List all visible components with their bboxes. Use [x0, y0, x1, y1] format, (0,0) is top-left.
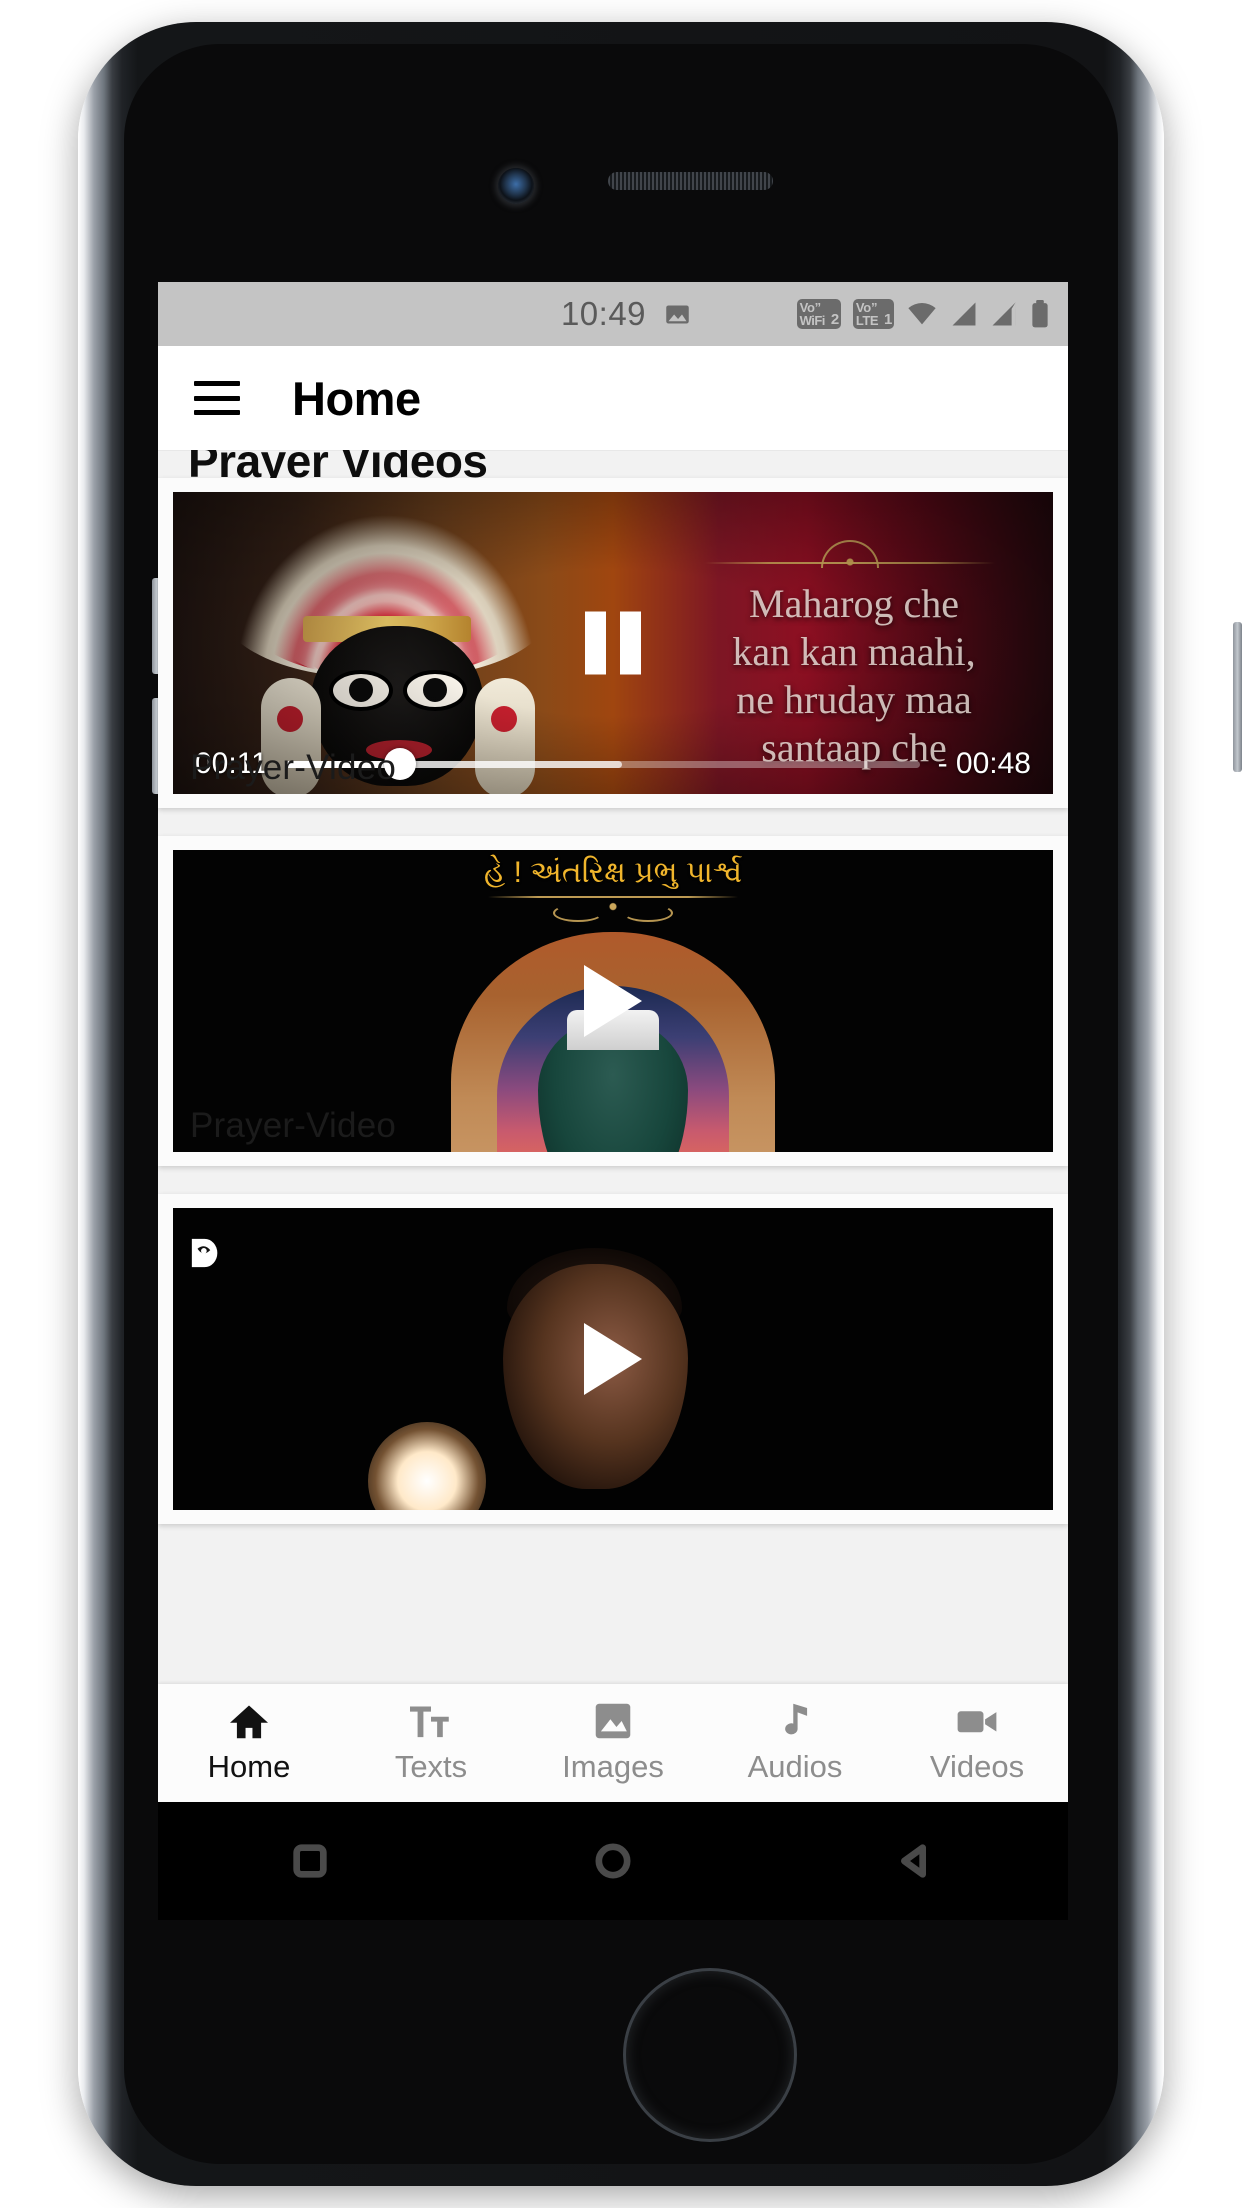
home-icon	[226, 1701, 272, 1741]
lamp-glow	[368, 1422, 486, 1510]
back-key[interactable]	[889, 1834, 943, 1888]
divider	[488, 896, 738, 898]
broken-image-icon	[189, 1238, 223, 1268]
android-status-bar: 10:49 Vo” WiFi 2 Vo” LTE 1	[158, 282, 1068, 346]
video-card[interactable]	[158, 1194, 1068, 1524]
status-bar-left-group: 10:49	[561, 295, 691, 333]
remaining-time: - 00:48	[937, 747, 1031, 780]
battery-icon	[1030, 300, 1050, 328]
pause-icon[interactable]	[585, 611, 641, 675]
nav-item-texts[interactable]: Texts	[340, 1701, 522, 1785]
video-card[interactable]: હે ! અંતરિક્ષ પ્રભુ પાર્શ્વ Prayer-Video	[158, 836, 1068, 1166]
nav-label-home: Home	[207, 1749, 291, 1784]
hamburger-menu-icon[interactable]	[194, 381, 240, 415]
wifi-icon	[906, 301, 938, 327]
app-bar: Home	[158, 346, 1068, 450]
nav-item-audios[interactable]: Audios	[704, 1701, 886, 1785]
volte-icon: Vo” LTE 1	[852, 299, 894, 329]
video-card[interactable]: Maharog che kan kan maahi, ne hruday maa sa…	[158, 478, 1068, 808]
front-camera-icon	[498, 168, 534, 204]
vowifi-icon: Vo” WiFi 2	[796, 299, 841, 329]
signal-sim1-icon	[950, 301, 978, 327]
music-note-icon	[772, 1701, 818, 1741]
play-icon[interactable]	[584, 1323, 642, 1395]
signal-sim2-icon	[990, 301, 1018, 327]
recents-key[interactable]	[283, 1834, 337, 1888]
phone-screen: 10:49 Vo” WiFi 2 Vo” LTE 1 Home Prayer V…	[158, 282, 1068, 1802]
text-format-icon	[408, 1701, 454, 1741]
image-icon	[590, 1701, 636, 1741]
video-title-overlay: હે ! અંતરિક્ષ પ્રભુ પાર્શ્વ	[483, 856, 743, 889]
nav-label-videos: Videos	[929, 1749, 1025, 1784]
status-clock: 10:49	[560, 295, 647, 332]
video-card-label: Prayer-Video	[190, 1106, 397, 1145]
power-button[interactable]	[1233, 622, 1242, 772]
status-bar-right-group: Vo” WiFi 2 Vo” LTE 1	[796, 282, 1050, 346]
bottom-navigation-bar: Home Texts Images Audios Videos	[158, 1684, 1068, 1802]
nav-label-texts: Texts	[394, 1749, 468, 1784]
nav-label-images: Images	[562, 1749, 664, 1784]
nav-item-images[interactable]: Images	[522, 1701, 704, 1785]
ornament-flourish	[553, 900, 673, 922]
play-icon[interactable]	[584, 965, 642, 1037]
idol-illustration	[538, 1010, 688, 1152]
android-navigation-bar	[158, 1802, 1068, 1920]
video-camera-icon	[954, 1701, 1000, 1741]
video-thumbnail[interactable]	[173, 1208, 1053, 1510]
video-list-scroll[interactable]: Prayer Videos Maharog che kan kan maahi,…	[158, 450, 1068, 1802]
home-key[interactable]	[586, 1834, 640, 1888]
video-card-label: Prayer-Video	[190, 748, 397, 787]
nav-label-audios: Audios	[747, 1749, 843, 1784]
physical-home-button[interactable]	[623, 1968, 797, 2142]
photo-icon	[664, 301, 691, 328]
earpiece-speaker	[608, 172, 773, 190]
page-title: Home	[292, 371, 421, 425]
nav-item-home[interactable]: Home	[158, 1701, 340, 1785]
nav-item-videos[interactable]: Videos	[886, 1701, 1068, 1785]
